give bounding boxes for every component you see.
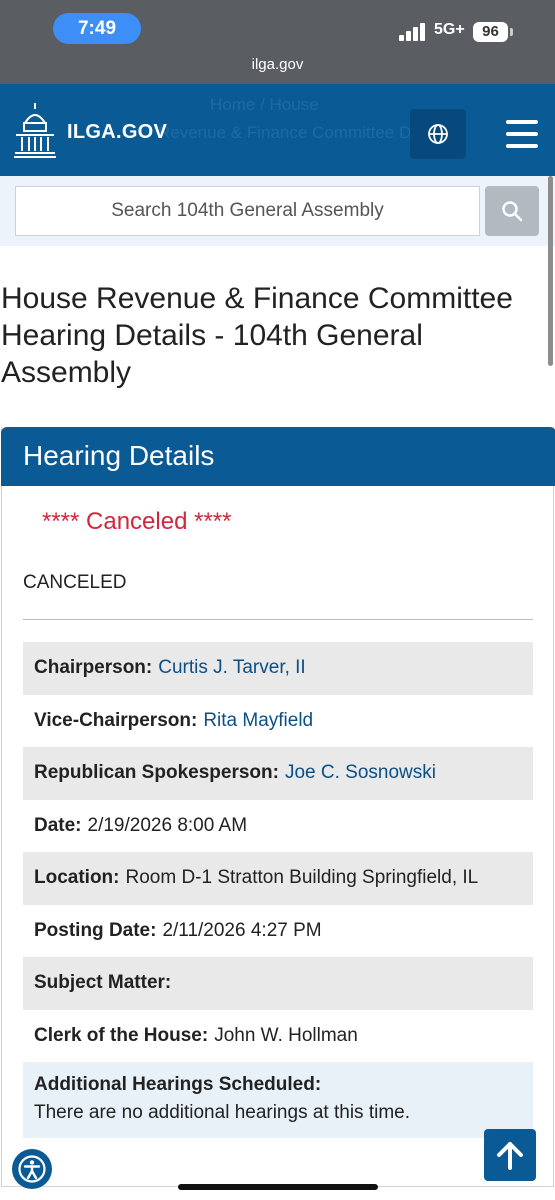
row-location: Location: Room D-1 Stratton Building Spr… bbox=[23, 852, 533, 905]
accessibility-icon bbox=[18, 1155, 46, 1183]
clerk-label: Clerk of the House: bbox=[34, 1024, 209, 1046]
posting-label: Posting Date: bbox=[34, 919, 157, 941]
details-list: Chairperson: Curtis J. Tarver, II Vice-C… bbox=[23, 642, 533, 1138]
rep-spokes-link[interactable]: Joe C. Sosnowski bbox=[285, 762, 436, 784]
date-label: Date: bbox=[34, 814, 82, 836]
capitol-logo-icon[interactable] bbox=[13, 101, 57, 159]
clerk-value: John W. Hollman bbox=[214, 1024, 358, 1046]
url-text[interactable]: ilga.gov bbox=[0, 56, 555, 73]
additional-value: There are no additional hearings at this… bbox=[34, 1102, 410, 1123]
url-bar[interactable]: ilga.gov bbox=[0, 50, 555, 84]
row-chairperson: Chairperson: Curtis J. Tarver, II bbox=[23, 642, 533, 695]
page-title: House Revenue & Finance Committee Hearin… bbox=[1, 282, 513, 389]
posting-value: 2/11/2026 4:27 PM bbox=[162, 919, 322, 941]
date-value: 2/19/2026 8:00 AM bbox=[87, 814, 248, 836]
accessibility-button[interactable] bbox=[12, 1149, 52, 1189]
site-header: Home / House Revenue & Finance Committee… bbox=[0, 84, 555, 176]
hearing-details-card: Hearing Details **** Canceled **** CANCE… bbox=[1, 427, 555, 1187]
card-header: Hearing Details bbox=[1, 427, 555, 486]
language-button[interactable] bbox=[410, 109, 466, 159]
row-vice-chairperson: Vice-Chairperson: Rita Mayfield bbox=[23, 695, 533, 748]
back-to-top-button[interactable] bbox=[484, 1129, 536, 1181]
vice-chair-link[interactable]: Rita Mayfield bbox=[203, 710, 313, 732]
header-ghost-title: Revenue & Finance Committee De bbox=[158, 123, 421, 142]
canceled-banner: **** Canceled **** bbox=[42, 508, 232, 535]
search-icon bbox=[502, 201, 523, 222]
scrollbar[interactable] bbox=[548, 176, 553, 366]
search-input[interactable] bbox=[15, 186, 480, 236]
card-heading: Hearing Details bbox=[23, 440, 215, 471]
battery-tip bbox=[510, 28, 513, 36]
rep-spokes-label: Republican Spokesperson: bbox=[34, 762, 279, 784]
row-posting-date: Posting Date: 2/11/2026 4:27 PM bbox=[23, 905, 533, 958]
additional-label: Additional Hearings Scheduled: bbox=[34, 1074, 322, 1095]
arrow-up-icon bbox=[497, 1142, 523, 1170]
status-bar: 7:49 5G+ 96 bbox=[0, 0, 555, 50]
chairperson-label: Chairperson: bbox=[34, 657, 153, 679]
divider bbox=[23, 619, 533, 620]
subject-label: Subject Matter: bbox=[34, 972, 172, 994]
row-additional-hearings: Additional Hearings Scheduled: There are… bbox=[23, 1062, 533, 1138]
menu-button[interactable] bbox=[500, 114, 544, 154]
network-type: 5G+ bbox=[434, 21, 465, 38]
row-subject-matter: Subject Matter: bbox=[23, 957, 533, 1010]
row-date: Date: 2/19/2026 8:00 AM bbox=[23, 800, 533, 853]
battery-icon: 96 bbox=[473, 22, 508, 42]
chairperson-link[interactable]: Curtis J. Tarver, II bbox=[158, 657, 305, 679]
row-clerk: Clerk of the House: John W. Hollman bbox=[23, 1010, 533, 1063]
status-time: 7:49 bbox=[53, 13, 141, 44]
vice-chair-label: Vice-Chairperson: bbox=[34, 709, 198, 731]
status-text: CANCELED bbox=[23, 572, 127, 593]
breadcrumb: Home / House bbox=[210, 95, 319, 114]
row-republican-spokesperson: Republican Spokesperson: Joe C. Sosnowsk… bbox=[23, 747, 533, 800]
location-label: Location: bbox=[34, 867, 120, 889]
search-button[interactable] bbox=[485, 186, 539, 236]
signal-icon bbox=[399, 23, 429, 41]
site-logo-text[interactable]: ILGA.GOV bbox=[67, 121, 167, 144]
home-indicator[interactable] bbox=[178, 1184, 378, 1190]
search-bar bbox=[0, 176, 555, 246]
globe-icon bbox=[428, 124, 448, 144]
location-value: Room D-1 Stratton Building Springfield, … bbox=[125, 867, 479, 889]
